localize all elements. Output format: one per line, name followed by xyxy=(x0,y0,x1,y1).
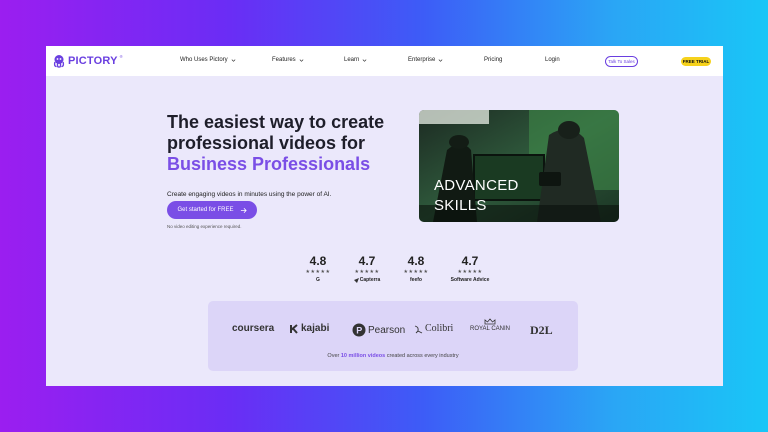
star-icons: ★★★★★ xyxy=(305,269,331,275)
pearson-logo: P Pearson xyxy=(352,323,405,337)
capterra-text: Capterra xyxy=(359,277,381,283)
talk-to-sales-button[interactable]: Talk To Sales xyxy=(605,56,638,67)
rating-feefo: 4.8 ★★★★★ feefo xyxy=(396,254,436,283)
kajabi-text: kajabi xyxy=(301,323,330,334)
headline-line-1: The easiest way to create xyxy=(167,112,385,132)
logo-text: PICTORY xyxy=(68,55,118,67)
nav-learn[interactable]: Learn xyxy=(344,57,367,63)
colibri-logo: Colibri xyxy=(414,323,453,334)
caption-highlight: 10 million videos xyxy=(340,353,386,359)
nav-label: Learn xyxy=(344,57,360,63)
caption-pre: Over xyxy=(327,353,341,359)
octopus-icon xyxy=(53,55,65,68)
chevron-down-icon xyxy=(438,58,443,62)
customer-logos-panel: coursera kajabi P Pearson Colibri ROYAL … xyxy=(208,301,578,371)
nav-label: Login xyxy=(545,57,560,63)
star-icons: ★★★★★ xyxy=(403,269,429,275)
video-overlay-text: ADVANCED SKILLS xyxy=(434,177,519,214)
nav-enterprise[interactable]: Enterprise xyxy=(408,57,443,63)
nav-features[interactable]: Features xyxy=(272,57,304,63)
star-icons: ★★★★★ xyxy=(354,269,380,275)
rating-score: 4.7 xyxy=(358,254,376,268)
colibri-bird-icon xyxy=(414,325,423,333)
nav-who-uses[interactable]: Who Uses Pictory xyxy=(180,57,236,63)
software-advice-icon: Software Advice xyxy=(450,277,490,283)
registered-mark: ® xyxy=(119,53,123,59)
rating-capterra: 4.7 ★★★★★ Capterra xyxy=(347,254,387,283)
capterra-logo: Capterra xyxy=(347,277,387,283)
headline-line-2: professional videos for xyxy=(167,133,366,153)
hero-headline: The easiest way to create professional v… xyxy=(167,112,417,175)
feefo-icon: feefo xyxy=(410,277,422,283)
chevron-down-icon xyxy=(362,58,367,62)
hero-subtitle: Create engaging videos in minutes using … xyxy=(167,191,332,198)
royal-canin-logo: ROYAL CANIN xyxy=(470,318,510,332)
cta-label: Get started for FREE xyxy=(177,207,234,213)
logos-caption: Over 10 million videos created across ev… xyxy=(208,353,578,359)
rating-g2: 4.8 ★★★★★ G xyxy=(298,254,338,283)
royal-canin-text: ROYAL CANIN xyxy=(470,326,511,332)
pictory-logo[interactable]: PICTORY ® xyxy=(52,54,123,68)
chevron-down-icon xyxy=(299,58,304,62)
g2-icon: G xyxy=(316,277,320,283)
nav-label: Pricing xyxy=(484,57,503,63)
top-nav: PICTORY ® Who Uses Pictory Features Lear… xyxy=(46,46,723,76)
browser-window: PICTORY ® Who Uses Pictory Features Lear… xyxy=(46,46,723,386)
get-started-button[interactable]: Get started for FREE xyxy=(167,201,257,219)
rating-score: 4.7 xyxy=(461,254,479,268)
svg-text:P: P xyxy=(356,326,362,336)
chevron-down-icon xyxy=(231,58,236,62)
rating-software-advice: 4.7 ★★★★★ Software Advice xyxy=(450,254,490,283)
caption-post: created across every industry xyxy=(385,353,459,359)
crown-icon xyxy=(484,318,496,325)
colibri-text: Colibri xyxy=(425,323,454,334)
nav-label: Enterprise xyxy=(408,57,436,63)
nav-label: Features xyxy=(272,57,296,63)
kajabi-logo: kajabi xyxy=(290,323,329,334)
hero-video[interactable]: ADVANCED SKILLS xyxy=(419,110,619,222)
kajabi-icon xyxy=(290,323,298,334)
arrow-right-icon xyxy=(240,207,247,213)
rating-score: 4.8 xyxy=(407,254,425,268)
capterra-icon xyxy=(353,277,359,283)
hero-note: No video editing experience required. xyxy=(167,224,242,229)
nav-login[interactable]: Login xyxy=(545,57,560,63)
pearson-text: Pearson xyxy=(368,324,406,336)
nav-pricing[interactable]: Pricing xyxy=(484,57,502,63)
free-trial-button[interactable]: FREE TRIAL xyxy=(681,57,711,66)
headline-accent: Business Professionals xyxy=(167,154,371,174)
pearson-icon: P xyxy=(352,323,366,337)
rating-score: 4.8 xyxy=(309,254,327,268)
nav-label: Who Uses Pictory xyxy=(180,57,228,63)
star-icons: ★★★★★ xyxy=(457,269,483,275)
d2l-logo: D2L xyxy=(530,323,553,337)
coursera-logo: coursera xyxy=(232,323,275,334)
